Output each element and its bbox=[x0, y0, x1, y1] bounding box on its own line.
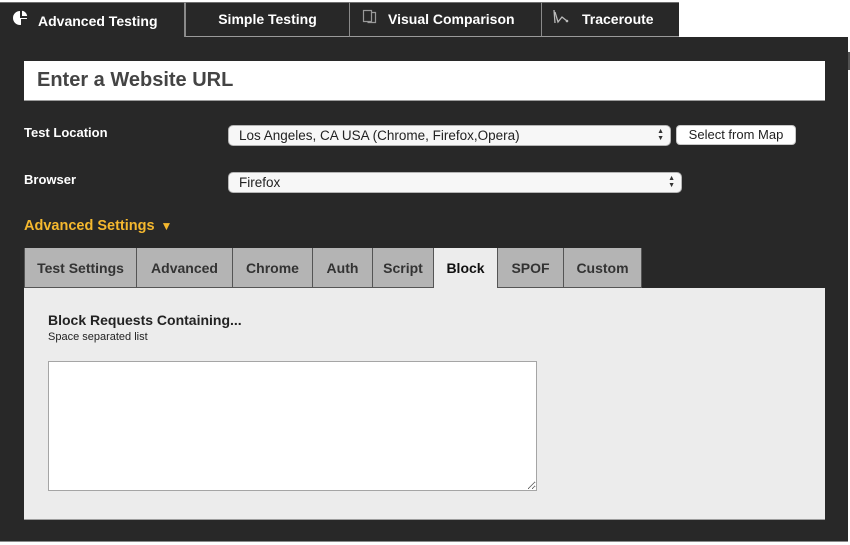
url-input[interactable] bbox=[24, 61, 825, 100]
tab-simple-testing[interactable]: Simple Testing bbox=[185, 2, 350, 37]
select-from-map-button[interactable]: Select from Map bbox=[676, 125, 796, 145]
tab-traceroute[interactable]: Traceroute bbox=[542, 2, 679, 37]
test-location-label: Test Location bbox=[24, 125, 108, 140]
url-field-container bbox=[24, 61, 825, 101]
browser-label: Browser bbox=[24, 172, 77, 187]
select-arrows-icon: ▲ ▼ bbox=[657, 128, 664, 142]
tab-block[interactable]: Block bbox=[434, 248, 498, 290]
tab-auth[interactable]: Auth bbox=[313, 248, 373, 288]
selected-value: Firefox bbox=[239, 175, 281, 190]
tab-test-settings[interactable]: Test Settings bbox=[24, 248, 137, 288]
tab-chrome[interactable]: Chrome bbox=[233, 248, 313, 288]
tab-custom[interactable]: Custom bbox=[564, 248, 642, 288]
select-arrows-icon: ▲ ▼ bbox=[668, 175, 675, 189]
triangle-down-icon: ▼ bbox=[160, 219, 173, 233]
tab-label: Advanced Testing bbox=[38, 12, 158, 29]
test-panel: Test Location Los Angeles, CA USA (Chrom… bbox=[0, 37, 848, 542]
tab-advanced-testing[interactable]: Advanced Testing bbox=[0, 2, 185, 39]
selected-value: Los Angeles, CA USA (Chrome, Firefox,Ope… bbox=[239, 128, 520, 143]
block-settings-panel: Block Requests Containing... Space separ… bbox=[24, 288, 825, 520]
tab-advanced[interactable]: Advanced bbox=[137, 248, 233, 288]
top-tab-bar: Advanced Testing Simple Testing Visual C… bbox=[0, 0, 680, 39]
tab-visual-comparison[interactable]: Visual Comparison bbox=[350, 2, 542, 37]
pie-chart-icon bbox=[12, 4, 28, 39]
advanced-settings-toggle[interactable]: Advanced Settings ▼ bbox=[24, 218, 172, 234]
tab-script[interactable]: Script bbox=[373, 248, 434, 288]
tab-label: Simple Testing bbox=[218, 11, 317, 27]
block-requests-textarea[interactable] bbox=[48, 361, 537, 491]
tab-spof[interactable]: SPOF bbox=[498, 248, 564, 288]
tab-label: Traceroute bbox=[582, 11, 654, 27]
block-requests-hint: Space separated list bbox=[48, 331, 148, 343]
documents-icon bbox=[362, 2, 378, 37]
test-location-select[interactable]: Los Angeles, CA USA (Chrome, Firefox,Ope… bbox=[228, 125, 671, 146]
traceroute-icon bbox=[552, 2, 572, 37]
advanced-settings-label: Advanced Settings bbox=[24, 218, 155, 234]
browser-select[interactable]: Firefox ▲ ▼ bbox=[228, 172, 682, 193]
block-requests-heading: Block Requests Containing... bbox=[48, 312, 242, 328]
tab-label: Visual Comparison bbox=[388, 11, 515, 27]
